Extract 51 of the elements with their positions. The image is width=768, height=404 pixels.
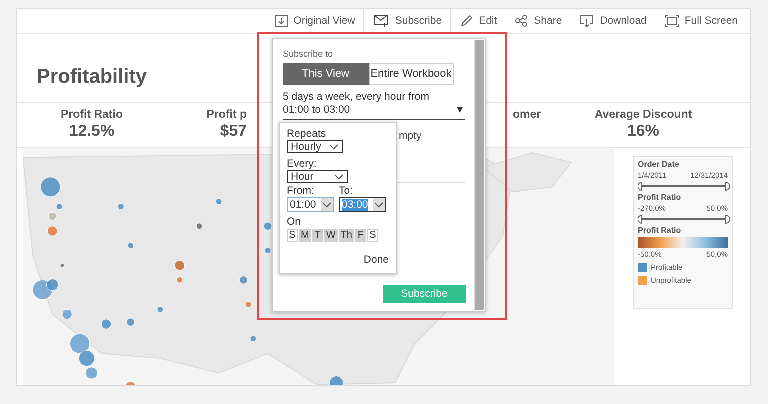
kpi-label: omer <box>513 109 542 121</box>
repeats-select[interactable]: Hourly <box>287 140 343 153</box>
fullscreen-icon <box>664 15 679 27</box>
chevron-icon <box>374 202 384 208</box>
day-toggle[interactable]: W <box>324 229 338 242</box>
tab[interactable]: Entire Workbook <box>368 63 454 85</box>
pencil-icon <box>461 15 474 27</box>
day-toggle[interactable]: F <box>355 229 366 242</box>
filter-title: Order Date <box>638 160 680 169</box>
kpi-value: 12.5% <box>69 123 115 141</box>
chevron-icon <box>322 202 332 208</box>
filter-title: Profit Ratio <box>638 193 682 202</box>
toolbar-button[interactable]: Original View <box>266 9 364 33</box>
kpi-value: $57 <box>220 123 247 141</box>
field-label: Every: <box>287 158 318 170</box>
scrollbar[interactable] <box>474 40 484 310</box>
toolbar-button[interactable]: Download <box>572 9 655 33</box>
share-icon <box>515 15 528 27</box>
every-select[interactable]: Hour <box>287 170 348 183</box>
range-slider[interactable] <box>638 182 730 191</box>
kpi-label: Profit p <box>206 109 247 121</box>
toolbar-button[interactable]: Full Screen <box>656 9 746 33</box>
tab[interactable]: This View <box>283 63 368 85</box>
day-toggle[interactable]: S <box>367 229 378 242</box>
field-label: To: <box>339 185 354 197</box>
kpi-value: 16% <box>627 123 660 141</box>
kpi-label: Profit Ratio <box>61 109 123 121</box>
schedule-dropdown[interactable]: 5 days a week, every hour from 01:00 to 03:00 ▼ <box>283 91 465 120</box>
chevron-icon <box>329 144 339 150</box>
day-toggle[interactable]: M <box>299 229 312 242</box>
partial-text: mpty <box>399 130 422 142</box>
field-label: Repeats <box>287 128 328 140</box>
field-label: On <box>287 216 302 228</box>
dialog-heading: Subscribe to <box>283 49 334 59</box>
field-label: From: <box>287 185 316 197</box>
done-button[interactable]: Done <box>364 254 389 266</box>
toolbar-button[interactable]: Edit <box>453 9 506 33</box>
dashboard-title: Profitability <box>37 66 148 90</box>
from-select[interactable]: 01:00 <box>287 197 334 212</box>
download-icon <box>580 14 594 28</box>
chevron-icon <box>334 174 344 180</box>
window-icon <box>274 15 288 27</box>
toolbar-button[interactable]: Subscribe <box>366 9 452 33</box>
envelope-icon <box>374 15 390 27</box>
day-toggle[interactable]: S <box>287 229 298 242</box>
toolbar-button[interactable]: Share <box>507 9 570 33</box>
scale-title: Profit Ratio <box>638 226 682 235</box>
range-slider[interactable] <box>638 215 730 224</box>
day-toggle[interactable]: Th <box>338 229 354 242</box>
day-toggle[interactable]: T <box>312 229 324 242</box>
kpi-label: Average Discount <box>594 109 692 121</box>
